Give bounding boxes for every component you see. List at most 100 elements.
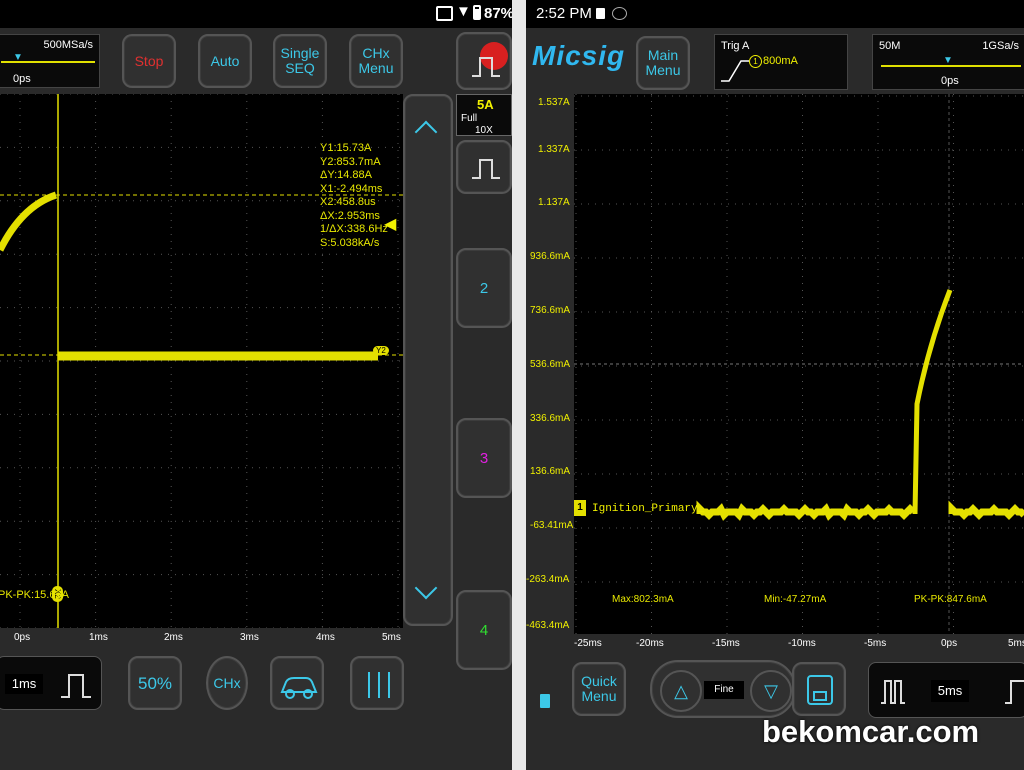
x-tick: 4ms xyxy=(316,632,335,643)
trigger-channel-badge: 1 xyxy=(749,55,762,68)
channel-1-marker[interactable]: 1 xyxy=(574,500,586,516)
main-menu-button[interactable]: Main Menu xyxy=(636,36,690,90)
chevron-up-icon[interactable] xyxy=(414,120,438,144)
save-button[interactable] xyxy=(792,662,846,716)
channel-4-button[interactable]: 4 xyxy=(456,590,512,670)
readout-delta-x: ΔX:2.953ms xyxy=(320,209,380,222)
cursor-lines-icon xyxy=(368,672,390,698)
sample-rate-box[interactable]: 500MSa/s ▼ 0ps xyxy=(0,34,100,88)
fine-adjust-control[interactable]: △ Fine ▽ xyxy=(650,660,796,718)
clock: 2:52 PM xyxy=(536,5,592,22)
waveform-trace xyxy=(912,289,953,515)
y-tick: 336.6mA xyxy=(530,413,571,424)
trigger-position-marker: ▼ xyxy=(13,52,23,63)
quick-menu-button[interactable]: Quick Menu xyxy=(572,662,626,716)
x-tick: 2ms xyxy=(164,632,183,643)
timebase-value: 5ms xyxy=(931,680,969,702)
fine-button[interactable]: Fine xyxy=(704,681,744,699)
x-tick: -15ms xyxy=(712,638,740,649)
cursor-y2-marker[interactable]: Y2 xyxy=(373,346,389,355)
channel-1-info[interactable]: 5A Full 10X xyxy=(456,94,512,136)
x-tick: -10ms xyxy=(788,638,816,649)
cast-icon xyxy=(436,6,453,21)
x-tick: 5ms xyxy=(1008,638,1024,649)
min-measurement: Min:-47.27mA xyxy=(764,594,827,605)
automotive-button[interactable] xyxy=(270,656,324,710)
y-tick: 936.6mA xyxy=(530,251,571,262)
vertical-scroll-control[interactable] xyxy=(403,94,453,626)
right-oscilloscope-screen: 2:52 PM Micsig Main Menu Trig A 1 800mA … xyxy=(526,0,1024,770)
y-tick: -463.4mA xyxy=(526,620,570,631)
trigger-position: 0ps xyxy=(13,73,31,85)
y-tick: 136.6mA xyxy=(530,466,571,477)
sample-rate: 1GSa/s xyxy=(982,40,1019,52)
cursor-arrow-icon: ◀ xyxy=(384,216,397,233)
pk-pk-measurement: PK-PK:847.6mA xyxy=(914,594,987,605)
status-bar: ▼ 87% xyxy=(0,0,512,28)
sample-rate: 500MSa/s xyxy=(43,39,93,51)
stop-button[interactable]: Stop xyxy=(122,34,176,88)
trigger-box[interactable]: Trig A 1 800mA xyxy=(714,34,848,90)
x-tick: 3ms xyxy=(240,632,259,643)
y-tick: 1.337A xyxy=(538,144,570,155)
trigger-position: 0ps xyxy=(941,75,959,87)
arrow-up-icon[interactable]: △ xyxy=(660,670,702,712)
arrow-down-icon[interactable]: ▽ xyxy=(750,670,792,712)
x-tick: 1ms xyxy=(89,632,108,643)
pulse-icon xyxy=(472,159,500,179)
readout-x1: X1:-2.494ms xyxy=(320,182,383,195)
trigger-position-marker: ▼ xyxy=(943,55,953,66)
max-measurement: Max:802.3mA xyxy=(612,594,674,605)
acquisition-box[interactable]: 50M 1GSa/s ▼ 0ps xyxy=(872,34,1024,90)
chx-button[interactable]: CHx xyxy=(206,656,248,710)
location-icon: ▼ xyxy=(456,3,471,20)
trigger-level: 800mA xyxy=(763,55,798,67)
channel-probe: 10X xyxy=(475,125,493,136)
timebase-box[interactable]: 5ms xyxy=(868,662,1024,718)
x-tick: 0ps xyxy=(941,638,958,649)
chevron-down-icon[interactable] xyxy=(414,576,438,600)
cursors-button[interactable] xyxy=(350,656,404,710)
screenshot-divider xyxy=(512,0,526,770)
pk-pk-measurement: PK-PK:15.63A xyxy=(0,589,69,601)
y-tick: 1.537A xyxy=(538,97,570,108)
waveform-display[interactable]: 1 Ignition_Primary_ Max:802.3mA Min:-47.… xyxy=(574,94,1024,634)
readout-delta-y: ΔY:14.88A xyxy=(320,169,372,181)
channel-scale: 5A xyxy=(477,97,494,112)
channel-label: Ignition_Primary_ xyxy=(592,503,705,515)
grid-lines xyxy=(574,94,1024,634)
x-tick: 0ps xyxy=(14,632,31,643)
readout-frequency: 1/ΔX:338.6Hz xyxy=(320,223,388,235)
y-tick: -63.41mA xyxy=(530,520,574,531)
notification-icon xyxy=(596,8,605,19)
x-tick: -25ms xyxy=(574,638,602,649)
x-axis: 0ps 1ms 2ms 3ms 4ms 5ms xyxy=(0,628,403,648)
save-icon xyxy=(807,675,833,705)
auto-button[interactable]: Auto xyxy=(198,34,252,88)
channel-bandwidth: Full xyxy=(461,113,478,124)
y-axis: 1.537A 1.337A 1.137A 936.6mA 736.6mA 536… xyxy=(526,94,574,634)
x-tick: 5ms xyxy=(382,632,401,643)
channel-1-button[interactable] xyxy=(456,140,512,194)
watermark: bekomcar.com xyxy=(762,714,980,749)
fifty-percent-button[interactable]: 50% xyxy=(128,656,182,710)
record-button[interactable] xyxy=(456,32,512,90)
channel-2-button[interactable]: 2 xyxy=(456,248,512,328)
waveform-trace xyxy=(696,500,916,521)
y-tick: -263.4mA xyxy=(526,574,570,585)
readout-y2: Y2:853.7mA xyxy=(320,155,381,168)
status-bar: 2:52 PM xyxy=(526,0,1024,28)
channel-3-button[interactable]: 3 xyxy=(456,418,512,498)
trash-icon[interactable] xyxy=(540,694,550,708)
x-tick: -20ms xyxy=(636,638,664,649)
chx-menu-button[interactable]: CHx Menu xyxy=(349,34,403,88)
waveform-display[interactable]: Y1:15.73A Y2:853.7mA ΔY:14.88A X1:-2.494… xyxy=(0,94,403,628)
y-tick: 736.6mA xyxy=(530,305,571,316)
left-oscilloscope-screen: ▼ 87% 500MSa/s ▼ 0ps Stop Auto Single SE… xyxy=(0,0,512,770)
waveform-trace xyxy=(948,500,1024,520)
timebase-box[interactable]: 1ms xyxy=(0,656,102,710)
single-seq-button[interactable]: Single SEQ xyxy=(273,34,327,88)
readout-x2: X2:458.8us xyxy=(320,196,376,208)
waveform-trace xyxy=(0,191,58,252)
pulse-icon xyxy=(61,674,91,698)
